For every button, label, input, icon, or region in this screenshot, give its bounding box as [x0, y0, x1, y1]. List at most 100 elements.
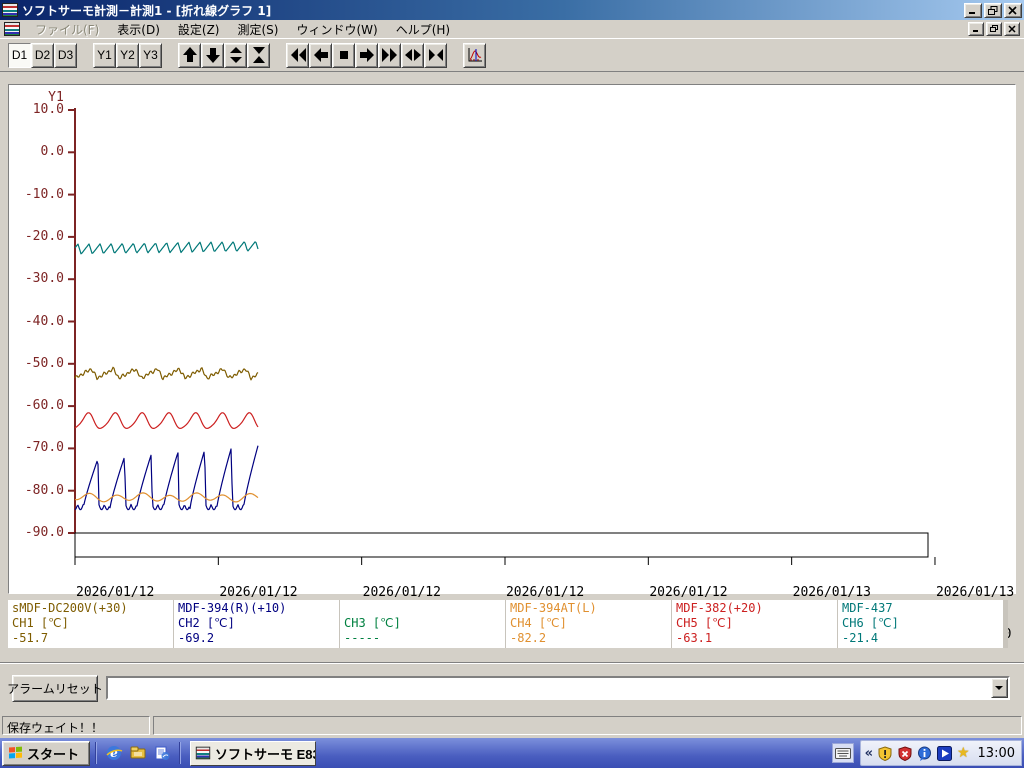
menu-item[interactable]: 表示(D) — [108, 19, 169, 40]
alarm-dropdown-value — [108, 678, 991, 698]
compress-vertical-icon[interactable] — [247, 43, 270, 68]
channel-label: CH3 [℃] — [344, 616, 501, 631]
channel-legend: sMDF-DC200V(+30) CH1 [℃] -51.7 MDF-394(R… — [8, 600, 1008, 648]
taskbar-separator — [179, 742, 181, 764]
minimize-button[interactable] — [964, 3, 982, 18]
data-group-button[interactable]: D3 — [54, 43, 77, 68]
step-back-icon[interactable] — [309, 43, 332, 68]
scroll-down-icon[interactable] — [201, 43, 224, 68]
svg-text:e: e — [110, 746, 118, 760]
menu-item[interactable]: ヘルプ(H) — [387, 19, 459, 40]
y-tick-label: -80.0 — [2, 483, 64, 498]
menubar: ファイル(F)表示(D)設定(Z)測定(S)ウィンドウ(W)ヘルプ(H) — [0, 20, 1024, 39]
y-axis-button[interactable]: Y1 — [93, 43, 116, 68]
taskbar: スタート e ソフトサーモ E830 « ★ 13:00 — [0, 738, 1024, 768]
y-tick-label: -60.0 — [2, 398, 64, 413]
data-group-button[interactable]: D2 — [31, 43, 54, 68]
separator — [0, 662, 1024, 664]
taskbar-clock[interactable]: 13:00 — [978, 746, 1015, 761]
y-tick-label: -90.0 — [2, 525, 64, 540]
titlebar: ソフトサーモ計測－計測1 - [折れ線グラフ 1] — [0, 0, 1024, 20]
alarm-row: アラームリセット — [0, 668, 1024, 708]
data-group-button[interactable]: D1 — [8, 43, 31, 68]
channel-value: -63.1 — [676, 631, 833, 646]
channel-label: CH5 [℃] — [676, 616, 833, 631]
channel-name: MDF-382(+20) — [676, 601, 833, 616]
collapse-chevron-icon[interactable]: « — [865, 746, 873, 761]
expand-horizontal-icon[interactable] — [401, 43, 424, 68]
line-graph-panel — [8, 84, 1016, 594]
channel-name: MDF-437 — [842, 601, 999, 616]
security-warning-shield-icon[interactable] — [877, 745, 893, 761]
channel-label: CH1 [℃] — [12, 616, 169, 631]
child-close-button[interactable] — [1004, 22, 1020, 36]
dropdown-arrow-icon[interactable] — [991, 678, 1008, 698]
channel-cell: MDF-394(R)(+10) CH2 [℃] -69.2 — [174, 600, 339, 648]
y-tick-label: -50.0 — [2, 356, 64, 371]
y-tick-label: 0.0 — [2, 144, 64, 159]
outlook-express-icon[interactable] — [150, 741, 174, 765]
internet-explorer-icon[interactable]: e — [102, 741, 126, 765]
info-balloon-icon[interactable] — [917, 745, 933, 761]
child-minimize-button[interactable] — [968, 22, 984, 36]
status-secondary — [153, 716, 1022, 735]
graph-setup-icon[interactable] — [463, 43, 486, 68]
channel-value: -21.4 — [842, 631, 999, 646]
channel-cell: MDF-394AT(L) CH4 [℃] -82.2 — [506, 600, 671, 648]
menu-item[interactable]: 測定(S) — [228, 19, 287, 40]
app-icon — [2, 3, 18, 17]
window-title: ソフトサーモ計測－計測1 - [折れ線グラフ 1] — [22, 2, 960, 19]
y-tick-label: -30.0 — [2, 271, 64, 286]
jump-start-icon[interactable] — [286, 43, 309, 68]
media-player-icon[interactable] — [937, 745, 953, 761]
channel-name: sMDF-DC200V(+30) — [12, 601, 169, 616]
channel-name: MDF-394(R)(+10) — [178, 601, 335, 616]
keyboard-language-icon[interactable] — [832, 743, 854, 763]
statusbar: 保存ウェイト！！ — [0, 713, 1024, 738]
y-tick-label: -40.0 — [2, 314, 64, 329]
channel-value: ----- — [344, 631, 501, 646]
update-star-icon[interactable]: ★ — [957, 745, 970, 761]
channel-name: MDF-394AT(L) — [510, 601, 667, 616]
channel-label: CH6 [℃] — [842, 616, 999, 631]
channel-cell: MDF-382(+20) CH5 [℃] -63.1 — [672, 600, 837, 648]
channel-name — [344, 601, 501, 616]
chart-document-icon[interactable] — [4, 22, 20, 36]
toolbar: D1D2D3 Y1Y2Y3 — [0, 39, 1024, 72]
close-button[interactable] — [1004, 3, 1022, 18]
y-tick-label: -70.0 — [2, 440, 64, 455]
y-axis-button[interactable]: Y3 — [139, 43, 162, 68]
channel-label: CH2 [℃] — [178, 616, 335, 631]
stop-icon[interactable] — [332, 43, 355, 68]
restore-button[interactable] — [984, 3, 1002, 18]
application-window: ソフトサーモ計測－計測1 - [折れ線グラフ 1] ファイル(F)表示(D)設定… — [0, 0, 1024, 768]
channel-value: -69.2 — [178, 631, 335, 646]
channel-label: CH4 [℃] — [510, 616, 667, 631]
menu-item[interactable]: 設定(Z) — [169, 19, 229, 40]
compress-horizontal-icon[interactable] — [424, 43, 447, 68]
alarm-dropdown[interactable] — [106, 676, 1010, 700]
step-forward-icon[interactable] — [355, 43, 378, 68]
y-tick-label: 10.0 — [2, 102, 64, 117]
windows-logo-icon — [9, 746, 23, 760]
show-desktop-icon[interactable] — [126, 741, 150, 765]
system-tray: « ★ 13:00 — [860, 740, 1022, 766]
y-tick-label: -20.0 — [2, 229, 64, 244]
channel-cell: CH3 [℃] ----- — [340, 600, 505, 648]
security-alert-shield-icon[interactable] — [897, 745, 913, 761]
alarm-reset-button[interactable]: アラームリセット — [12, 675, 98, 702]
y-tick-label: -10.0 — [2, 187, 64, 202]
taskbar-app-button[interactable]: ソフトサーモ E830 — [190, 741, 316, 766]
menu-item[interactable]: ファイル(F) — [26, 19, 108, 40]
taskbar-separator — [95, 742, 97, 764]
expand-vertical-icon[interactable] — [224, 43, 247, 68]
menu-item[interactable]: ウィンドウ(W) — [287, 19, 386, 40]
child-restore-button[interactable] — [986, 22, 1002, 36]
scroll-up-icon[interactable] — [178, 43, 201, 68]
y-axis-button[interactable]: Y2 — [116, 43, 139, 68]
jump-end-icon[interactable] — [378, 43, 401, 68]
channel-value: -51.7 — [12, 631, 169, 646]
channel-value: -82.2 — [510, 631, 667, 646]
start-button[interactable]: スタート — [2, 741, 90, 766]
status-message: 保存ウェイト！！ — [2, 716, 150, 735]
